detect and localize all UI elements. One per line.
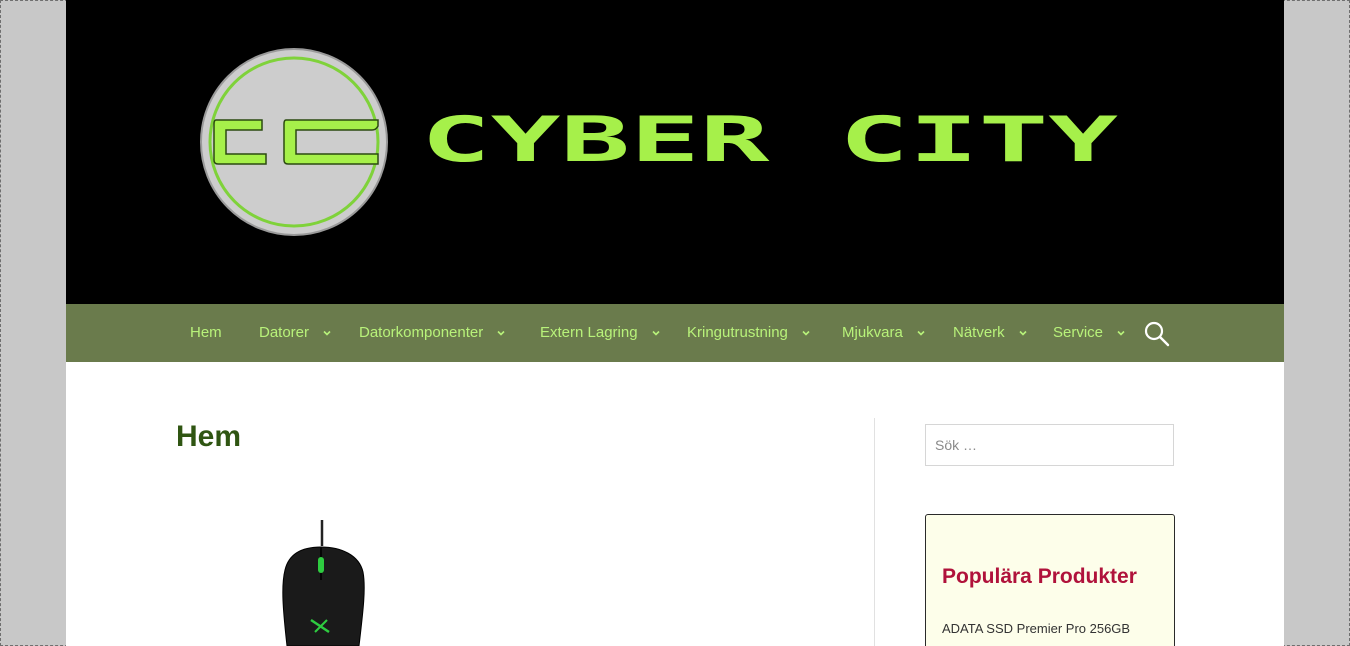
product-image-mouse[interactable]	[271, 520, 371, 646]
chevron-down-icon	[497, 330, 505, 336]
nav-item-service[interactable]: Service	[1053, 304, 1126, 362]
nav-item-label: Datorkomponenter	[359, 324, 484, 341]
nav-item-datorkomponenter[interactable]: Datorkomponenter	[359, 304, 506, 362]
nav-item-label: Datorer	[259, 324, 310, 341]
site-name: CYBER CITY	[421, 103, 1119, 176]
nav-item-label: Mjukvara	[842, 324, 903, 341]
nav-item-natverk[interactable]: Nätverk	[953, 304, 1028, 362]
search-icon	[1144, 321, 1170, 347]
nav-item-datorer[interactable]: Datorer	[259, 304, 332, 362]
site-banner[interactable]: CYBER CITY	[66, 0, 1284, 304]
nav-item-extern-lagring[interactable]: Extern Lagring	[540, 304, 661, 362]
widget-title: Populära Produkter	[942, 565, 1137, 588]
chevron-down-icon	[652, 330, 660, 336]
search-input[interactable]	[925, 424, 1174, 466]
chevron-down-icon	[1117, 330, 1125, 336]
site-logo[interactable]: CYBER CITY	[66, 0, 1284, 304]
nav-item-label: Kringutrustning	[687, 324, 788, 341]
nav-item-label: Extern Lagring	[540, 324, 638, 341]
chevron-down-icon	[1019, 330, 1027, 336]
content-divider	[874, 418, 875, 646]
chevron-down-icon	[323, 330, 331, 336]
nav-item-hem[interactable]: Hem	[190, 304, 222, 362]
nav-item-mjukvara[interactable]: Mjukvara	[842, 304, 926, 362]
main-nav: Hem Datorer Datorkomponenter Extern Lagr…	[66, 304, 1284, 362]
popular-products-widget: Populära Produkter ADATA SSD Premier Pro…	[925, 514, 1175, 646]
chevron-down-icon	[802, 330, 810, 336]
chevron-down-icon	[917, 330, 925, 336]
page: CYBER CITY Hem Datorer Datorkomponenter …	[66, 0, 1284, 646]
page-title: Hem	[176, 420, 242, 453]
nav-item-label: Nätverk	[953, 324, 1005, 341]
nav-item-label: Service	[1053, 324, 1104, 341]
popular-product-link[interactable]: ADATA SSD Premier Pro 256GB	[942, 621, 1130, 636]
nav-item-kringutrustning[interactable]: Kringutrustning	[687, 304, 811, 362]
nav-item-label: Hem	[190, 324, 222, 341]
search-toggle-button[interactable]	[1143, 320, 1171, 348]
